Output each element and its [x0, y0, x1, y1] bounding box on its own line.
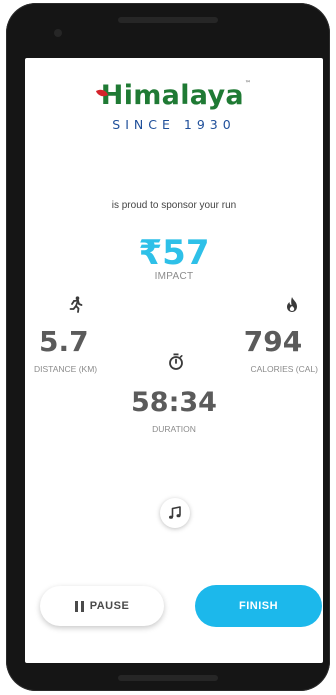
brand-tagline: SINCE 1930: [112, 117, 236, 132]
bottom-speaker: [118, 675, 218, 681]
music-note-icon: [169, 506, 181, 519]
front-camera: [54, 29, 62, 37]
duration-label: DURATION: [152, 424, 196, 434]
brand-wordmark: Himalaya ™: [95, 80, 252, 111]
finish-label: FINISH: [238, 600, 279, 612]
running-person-icon: [67, 295, 85, 313]
speaker-grille: [118, 17, 218, 23]
flame-icon: [283, 295, 301, 313]
pause-label: PAUSE: [89, 600, 130, 612]
distance-value: 5.7: [39, 325, 89, 358]
finish-button[interactable]: FINISH: [195, 585, 322, 627]
pause-icon: [74, 600, 84, 612]
calories-label: CALORIES (CAL): [250, 364, 318, 374]
impact-value: ₹57: [138, 233, 210, 273]
pause-button[interactable]: PAUSE: [40, 586, 164, 626]
sponsor-logo: Himalaya ™ SINCE 1930: [25, 80, 323, 132]
stopwatch-icon: [167, 352, 185, 370]
run-screen: Himalaya ™ SINCE 1930 is proud to sponso…: [25, 58, 323, 663]
impact-label: IMPACT: [154, 271, 194, 282]
duration-value: 58:34: [131, 387, 217, 418]
phone-frame: Himalaya ™ SINCE 1930 is proud to sponso…: [6, 3, 330, 691]
calories-value: 794: [243, 325, 303, 358]
trademark-symbol: ™: [244, 80, 252, 87]
distance-label: DISTANCE (KM): [34, 364, 98, 374]
music-button[interactable]: [160, 498, 190, 528]
brand-name: Himalaya: [100, 80, 244, 111]
sponsor-text: is proud to sponsor your run: [111, 200, 237, 211]
